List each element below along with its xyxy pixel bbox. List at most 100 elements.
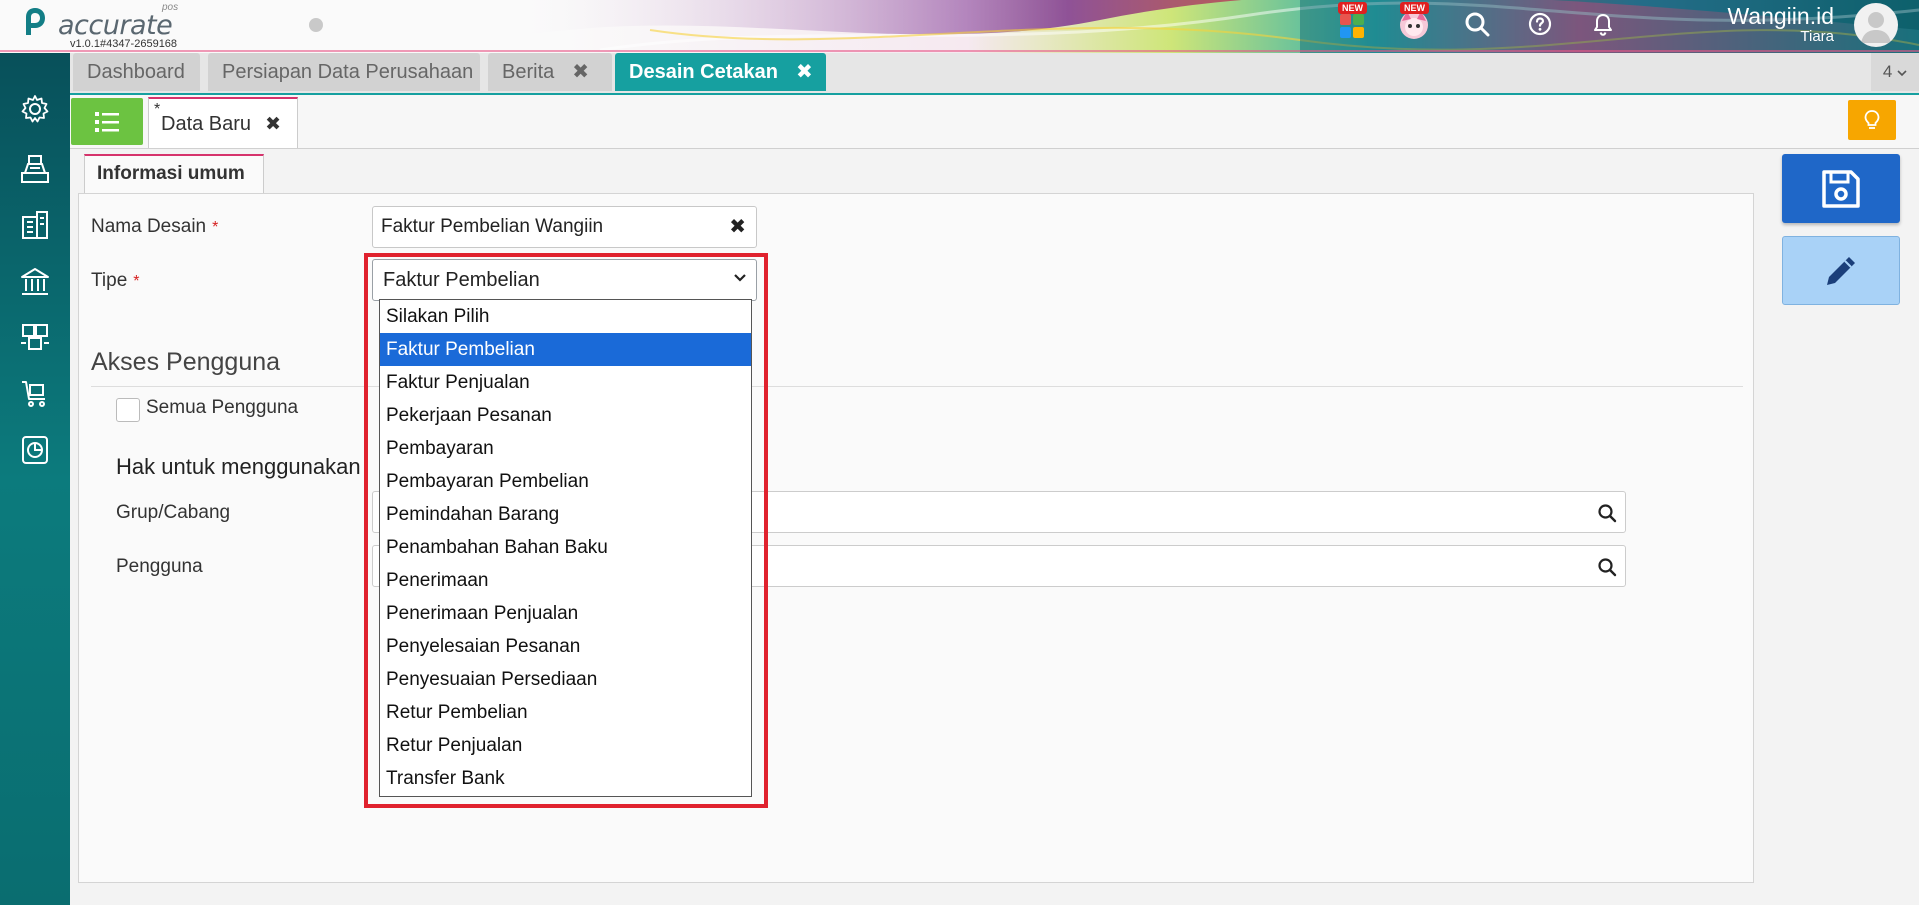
list-view-button[interactable] xyxy=(71,98,143,145)
close-icon[interactable]: ✖ xyxy=(796,61,813,83)
lightbulb-icon xyxy=(1864,110,1880,129)
dropdown-option[interactable]: Pekerjaan Pesanan xyxy=(380,399,751,432)
bank-icon xyxy=(21,268,49,295)
sidebar-item-inventory[interactable] xyxy=(17,319,53,355)
list-icon xyxy=(95,111,119,132)
sidebar-item-bank[interactable] xyxy=(17,264,53,300)
save-icon xyxy=(1822,169,1860,208)
tab-label: Berita xyxy=(502,61,555,83)
building-icon xyxy=(22,211,48,239)
user-name: Tiara xyxy=(1800,28,1834,45)
tab-label: Persiapan Data Perusahaan xyxy=(222,61,474,83)
header-decoration xyxy=(0,0,1919,53)
tab-count-dropdown[interactable]: 4 xyxy=(1871,53,1919,91)
close-icon[interactable]: ✖ xyxy=(265,114,281,135)
akses-pengguna-title: Akses Pengguna xyxy=(91,348,281,376)
unsaved-marker: * xyxy=(154,101,161,118)
required-mark: * xyxy=(133,273,140,290)
tab-label: Desain Cetakan xyxy=(629,61,778,83)
user-avatar-icon xyxy=(1861,12,1891,43)
logo-mark-icon xyxy=(26,8,45,35)
save-button[interactable] xyxy=(1782,154,1900,223)
select-value: Faktur Pembelian xyxy=(383,269,540,291)
chevron-down-icon xyxy=(734,274,746,282)
dropdown-option[interactable]: Penyelesaian Pesanan xyxy=(380,630,751,663)
dropdown-option[interactable]: Penyesuaian Persediaan xyxy=(380,663,751,696)
tab-persiapan-data-perusahaan[interactable]: Persiapan Data Perusahaan xyxy=(208,53,480,91)
close-icon[interactable]: ✖ xyxy=(572,61,589,83)
cashier-icon xyxy=(21,155,49,183)
dropdown-option[interactable]: Retur Penjualan xyxy=(380,729,751,762)
tab-label: Data Baru xyxy=(161,113,252,135)
dropdown-option[interactable]: Pembayaran Pembelian xyxy=(380,465,751,498)
stock-icon xyxy=(21,324,49,350)
semua-pengguna-label[interactable]: Semua Pengguna xyxy=(146,397,298,419)
tab-data-baru[interactable]: * Data Baru ✖ xyxy=(148,97,298,148)
nama-desain-input[interactable]: Faktur Pembelian Wangiin ✖ xyxy=(372,206,757,248)
label-text: Tipe xyxy=(91,270,128,291)
sidebar-item-sales[interactable] xyxy=(17,151,53,187)
search-icon[interactable] xyxy=(1597,557,1617,577)
search-icon xyxy=(1465,12,1490,37)
dropdown-option[interactable]: Penerimaan xyxy=(380,564,751,597)
dropdown-option[interactable]: Retur Pembelian xyxy=(380,696,751,729)
tipe-select[interactable]: Faktur Pembelian xyxy=(372,259,757,301)
search-icon[interactable] xyxy=(1597,503,1617,523)
edit-button[interactable] xyxy=(1782,236,1900,305)
clear-icon[interactable]: ✖ xyxy=(729,207,746,247)
sidebar-item-reports[interactable] xyxy=(17,432,53,468)
dropdown-option[interactable]: Pemindahan Barang xyxy=(380,498,751,531)
logo-pos-label: pos xyxy=(162,2,179,13)
sidebar-item-company[interactable] xyxy=(17,207,53,243)
form-panel xyxy=(78,193,1754,883)
dropdown-option[interactable]: Pembayaran xyxy=(380,432,751,465)
dropdown-option[interactable]: Transfer Bank xyxy=(380,762,751,795)
new-badge: NEW xyxy=(1338,2,1367,14)
logo-text: accurate xyxy=(58,10,173,41)
tab-informasi-umum[interactable]: Informasi umum xyxy=(84,154,264,194)
section-divider xyxy=(91,386,1743,387)
search-button[interactable] xyxy=(1459,6,1495,42)
bell-icon xyxy=(1594,14,1612,36)
avatar[interactable] xyxy=(1854,3,1898,47)
help-icon xyxy=(1528,12,1552,36)
dropdown-option[interactable]: Faktur Pembelian xyxy=(380,333,751,366)
tipe-label: Tipe * xyxy=(91,270,140,292)
sidebar xyxy=(0,53,70,905)
pengguna-label: Pengguna xyxy=(116,556,203,577)
report-icon xyxy=(22,436,48,464)
dropdown-option[interactable]: Silakan Pilih xyxy=(380,300,751,333)
form-toolbar: * Data Baru ✖ xyxy=(70,95,1919,149)
hak-title: Hak untuk menggunakan xyxy=(116,454,361,479)
dropdown-option[interactable]: Penerimaan Penjualan xyxy=(380,597,751,630)
top-bar: accurate pos v1.0.1#4347-2659168 NEW NEW xyxy=(0,0,1919,54)
module-tab-bar: Dashboard Persiapan Data Perusahaan Beri… xyxy=(70,53,1919,95)
gear-icon xyxy=(21,95,49,123)
input-value: Faktur Pembelian Wangiin xyxy=(381,216,604,237)
dropdown-option[interactable]: Penambahan Bahan Baku xyxy=(380,531,751,564)
app-version: v1.0.1#4347-2659168 xyxy=(70,38,178,50)
notification-button[interactable] xyxy=(1585,6,1621,42)
tab-desain-cetakan[interactable]: Desain Cetakan ✖ xyxy=(615,53,826,91)
cart-icon xyxy=(22,381,45,407)
help-button[interactable] xyxy=(1522,6,1558,42)
sidebar-item-settings[interactable] xyxy=(17,91,53,127)
dropdown-option[interactable]: Faktur Penjualan xyxy=(380,366,751,399)
tab-dashboard[interactable]: Dashboard xyxy=(73,53,200,91)
tab-berita[interactable]: Berita ✖ xyxy=(488,53,612,91)
new-badge: NEW xyxy=(1400,2,1429,14)
chevron-down-icon xyxy=(1897,70,1907,77)
tab-count: 4 xyxy=(1882,62,1893,81)
grup-cabang-label: Grup/Cabang xyxy=(116,502,231,523)
pencil-icon xyxy=(1827,256,1855,285)
tab-label: Informasi umum xyxy=(97,163,245,184)
required-mark: * xyxy=(212,219,219,236)
tipe-dropdown-list: Silakan Pilih Faktur Pembelian Faktur Penj… xyxy=(379,299,752,797)
mascot-button[interactable]: NEW xyxy=(1396,2,1432,42)
semua-pengguna-checkbox[interactable] xyxy=(116,398,140,422)
apps-button[interactable]: NEW xyxy=(1334,2,1370,42)
tips-button[interactable] xyxy=(1848,100,1896,140)
sidebar-item-purchase[interactable] xyxy=(17,375,53,411)
status-dot xyxy=(309,18,323,32)
user-company-name[interactable]: Wangiin.id xyxy=(1727,3,1834,30)
